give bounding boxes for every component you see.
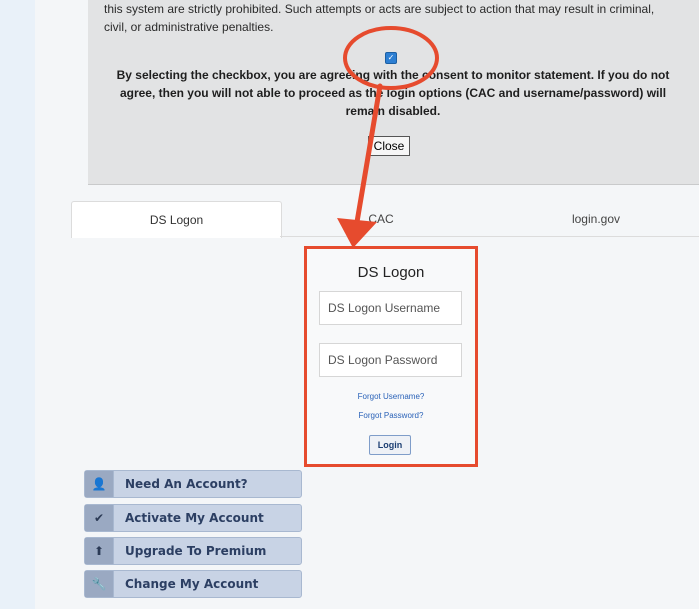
activate-account-button[interactable]: ✔ Activate My Account (84, 504, 302, 532)
tab-ds-logon[interactable]: DS Logon (71, 201, 282, 238)
login-title: DS Logon (357, 264, 425, 281)
change-account-label: Change My Account (125, 577, 259, 591)
username-input[interactable] (319, 291, 462, 325)
consent-statement-line-1: By selecting the checkbox, you are agree… (116, 68, 670, 82)
forgot-password-link[interactable]: Forgot Password? (307, 411, 475, 420)
ds-logon-form: DS Logon Forgot Username? Forgot Passwor… (304, 246, 478, 467)
change-account-button[interactable]: 🔧 Change My Account (84, 570, 302, 598)
consent-statement-line-3: remain disabled. (345, 104, 441, 118)
tab-divider (280, 236, 699, 237)
close-button[interactable]: Close (368, 136, 410, 156)
password-input[interactable] (319, 343, 462, 377)
consent-panel: this system are strictly prohibited. Suc… (88, 0, 699, 185)
forgot-username-link[interactable]: Forgot Username? (307, 392, 475, 401)
user-icon: 👤 (85, 471, 114, 497)
wrench-icon: 🔧 (85, 571, 114, 597)
consent-warning-text: this system are strictly prohibited. Suc… (104, 0, 684, 36)
login-tabs: DS Logon CAC login.gov (71, 201, 699, 238)
arrow-up-icon: ⬆ (85, 538, 114, 564)
activate-account-label: Activate My Account (125, 511, 264, 525)
tab-cac[interactable]: CAC (321, 201, 441, 237)
consent-statement: By selecting the checkbox, you are agree… (98, 66, 688, 120)
consent-statement-line-2: agree, then you will not able to proceed… (119, 86, 667, 100)
checkmark-icon: ✔ (85, 505, 114, 531)
tab-login-gov[interactable]: login.gov (511, 201, 681, 237)
consent-warning-line-2: civil, or administrative penalties. (104, 20, 274, 34)
login-button[interactable]: Login (369, 435, 411, 455)
consent-checkbox[interactable]: ✓ (385, 52, 397, 64)
need-account-label: Need An Account? (125, 477, 248, 491)
need-account-button[interactable]: 👤 Need An Account? (84, 470, 302, 498)
left-sidebar-stripe (0, 0, 35, 609)
upgrade-premium-button[interactable]: ⬆ Upgrade To Premium Account (84, 537, 302, 584)
consent-warning-line-1: this system are strictly prohibited. Suc… (104, 2, 655, 16)
